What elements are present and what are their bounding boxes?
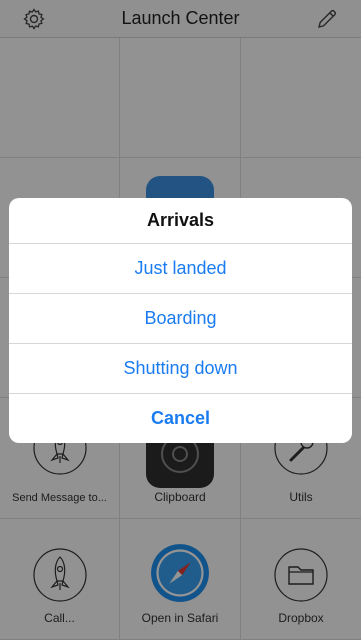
action-sheet-title: Arrivals xyxy=(146,210,215,230)
option-boarding[interactable]: Boarding xyxy=(9,293,352,343)
cancel-button[interactable]: Cancel xyxy=(9,393,352,443)
option-shutting-down[interactable]: Shutting down xyxy=(9,343,352,393)
action-sheet: Arrivals Just landed Boarding Shutting d… xyxy=(9,198,352,443)
option-just-landed[interactable]: Just landed xyxy=(9,243,352,293)
